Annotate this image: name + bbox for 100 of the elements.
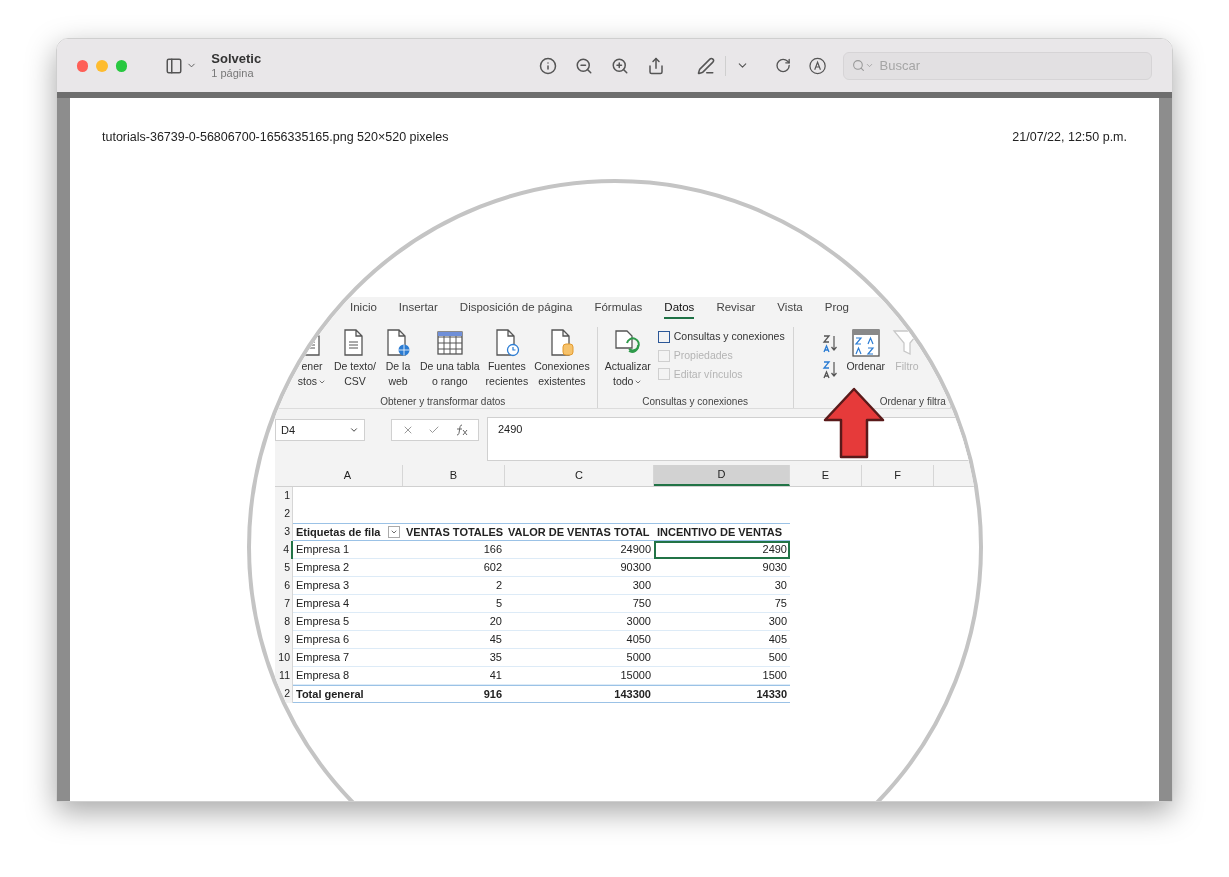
name-box[interactable]: D4 (275, 419, 365, 441)
ribbon-tab[interactable]: Fórmulas (594, 299, 643, 319)
row-header[interactable]: 6 (275, 577, 293, 595)
sidebar-toggle-button[interactable] (165, 56, 198, 75)
row-header[interactable]: 2 (275, 505, 293, 523)
ribbon-tab[interactable]: Insertar (398, 299, 438, 319)
row-header[interactable]: 8 (275, 613, 293, 631)
ribbon-button[interactable]: Fuentes recientes (482, 327, 532, 389)
row-header[interactable]: 11 (275, 667, 293, 685)
caret-icon (390, 528, 398, 536)
ribbon-button[interactable]: De texto/ CSV (331, 327, 380, 389)
table-cell: 500 (654, 649, 790, 667)
table-cell: Empresa 5 (293, 613, 403, 631)
ribbon-menu-entry[interactable]: Consultas y conexiones (657, 329, 785, 345)
info-icon[interactable] (539, 56, 558, 75)
ribbon-tab[interactable]: Revisar (716, 299, 756, 319)
column-header[interactable]: B (403, 465, 505, 486)
table-cell: 2 (403, 577, 505, 595)
ribbon-button[interactable]: De una tabla o rango (417, 327, 483, 389)
share-icon[interactable] (647, 56, 666, 75)
column-header[interactable]: F (862, 465, 934, 486)
table-cell: 15000 (505, 667, 654, 685)
table-cell: 166 (403, 541, 505, 559)
timestamp: 21/07/22, 12:50 p.m. (1012, 129, 1127, 144)
table-cell: Total general (293, 685, 403, 703)
table-cell: 2490 (654, 541, 790, 559)
table-cell: 405 (654, 631, 790, 649)
column-header[interactable]: D (654, 465, 790, 486)
check-icon[interactable] (428, 424, 440, 436)
window-subtitle: 1 página (211, 65, 255, 80)
sidebar-icon (165, 56, 184, 75)
ribbon-group-label: Obtener y transformar datos (380, 396, 506, 408)
table-cell: Empresa 6 (293, 631, 403, 649)
table-cell: 4050 (505, 631, 654, 649)
caret-icon (349, 425, 359, 435)
table-cell: 14330 (654, 685, 790, 703)
table-cell: Empresa 8 (293, 667, 403, 685)
file-info: tutorials-36739-0-56806700-1656335165.png 520×520 pixeles (102, 129, 449, 144)
table-cell: Empresa 4 (293, 595, 403, 613)
row-header[interactable]: 10 (275, 649, 293, 667)
zoom-out-icon[interactable] (575, 56, 594, 75)
table-cell: Empresa 1 (293, 541, 403, 559)
search-input[interactable]: Buscar (879, 55, 1130, 76)
table-cell: Empresa 7 (293, 649, 403, 667)
ribbon-tab[interactable]: Disposición de página (459, 299, 573, 319)
pen-circle-icon[interactable] (809, 56, 827, 75)
table-cell: 916 (403, 685, 505, 703)
ribbon-button[interactable]: De la web (379, 327, 418, 389)
table-cell: 1500 (654, 667, 790, 685)
row-header[interactable]: 5 (275, 559, 293, 577)
filter-dropdown-button[interactable] (388, 526, 400, 538)
table-cell: 20 (403, 613, 505, 631)
table-cell: Empresa 3 (293, 577, 403, 595)
ribbon-button[interactable]: Actualizar todo (601, 327, 654, 389)
sort-letters-icon[interactable] (821, 333, 840, 353)
table-cell: VALOR DE VENTAS TOTAL (505, 523, 654, 541)
row-header[interactable]: 4 (275, 541, 293, 559)
table-cell: INCENTIVO DE VENTAS (654, 523, 790, 541)
ribbon-group-label: Ordenar y filtra (879, 396, 946, 408)
table-cell: 35 (403, 649, 505, 667)
pen-icon[interactable] (697, 56, 716, 75)
sort-letters-icon[interactable] (821, 359, 840, 379)
table-cell: 602 (403, 559, 505, 577)
row-header[interactable]: 9 (275, 631, 293, 649)
table-cell: 30 (654, 577, 790, 595)
table-cell: 300 (505, 577, 654, 595)
ribbon-group-label: Consultas y conexiones (642, 396, 748, 408)
search-field[interactable]: Buscar (842, 51, 1152, 80)
table-cell: 75 (654, 595, 790, 613)
function-icon[interactable] (454, 424, 468, 436)
row-header[interactable]: 1 (275, 487, 293, 505)
table-cell: 9030 (654, 559, 790, 577)
table-cell: 5000 (505, 649, 654, 667)
table-cell: 41 (403, 667, 505, 685)
sort-grid-icon (849, 327, 882, 359)
table-cell: 3000 (505, 613, 654, 631)
column-header[interactable]: E (790, 465, 862, 486)
column-header[interactable]: A (293, 465, 403, 486)
table-cell: 90300 (505, 559, 654, 577)
table-cell: 24900 (505, 541, 654, 559)
table-cell: 300 (654, 613, 790, 631)
ribbon-button[interactable]: Ordenar (843, 327, 888, 374)
ribbon-button[interactable]: Conexiones existentes (531, 327, 593, 389)
table-cell: VENTAS TOTALES (403, 523, 505, 541)
ribbon-button[interactable]: ener stos (293, 327, 331, 389)
ribbon-tab[interactable]: Prog (824, 299, 849, 319)
caret-icon (864, 61, 874, 70)
rotate-icon[interactable] (775, 57, 792, 74)
row-header[interactable]: 7 (275, 595, 293, 613)
table-cell: 750 (505, 595, 654, 613)
table-cell: 45 (403, 631, 505, 649)
ribbon-tab[interactable]: Vista (777, 299, 803, 319)
row-header[interactable]: 3 (275, 523, 293, 541)
table-cell: Etiquetas de fila (293, 523, 403, 541)
zoom-in-icon[interactable] (611, 56, 630, 75)
table-cell: Empresa 2 (293, 559, 403, 577)
ribbon-tab[interactable]: Inicio (350, 299, 377, 319)
cancel-icon[interactable] (402, 424, 414, 436)
table-cell: 143300 (505, 685, 654, 703)
table-cell: 5 (403, 595, 505, 613)
